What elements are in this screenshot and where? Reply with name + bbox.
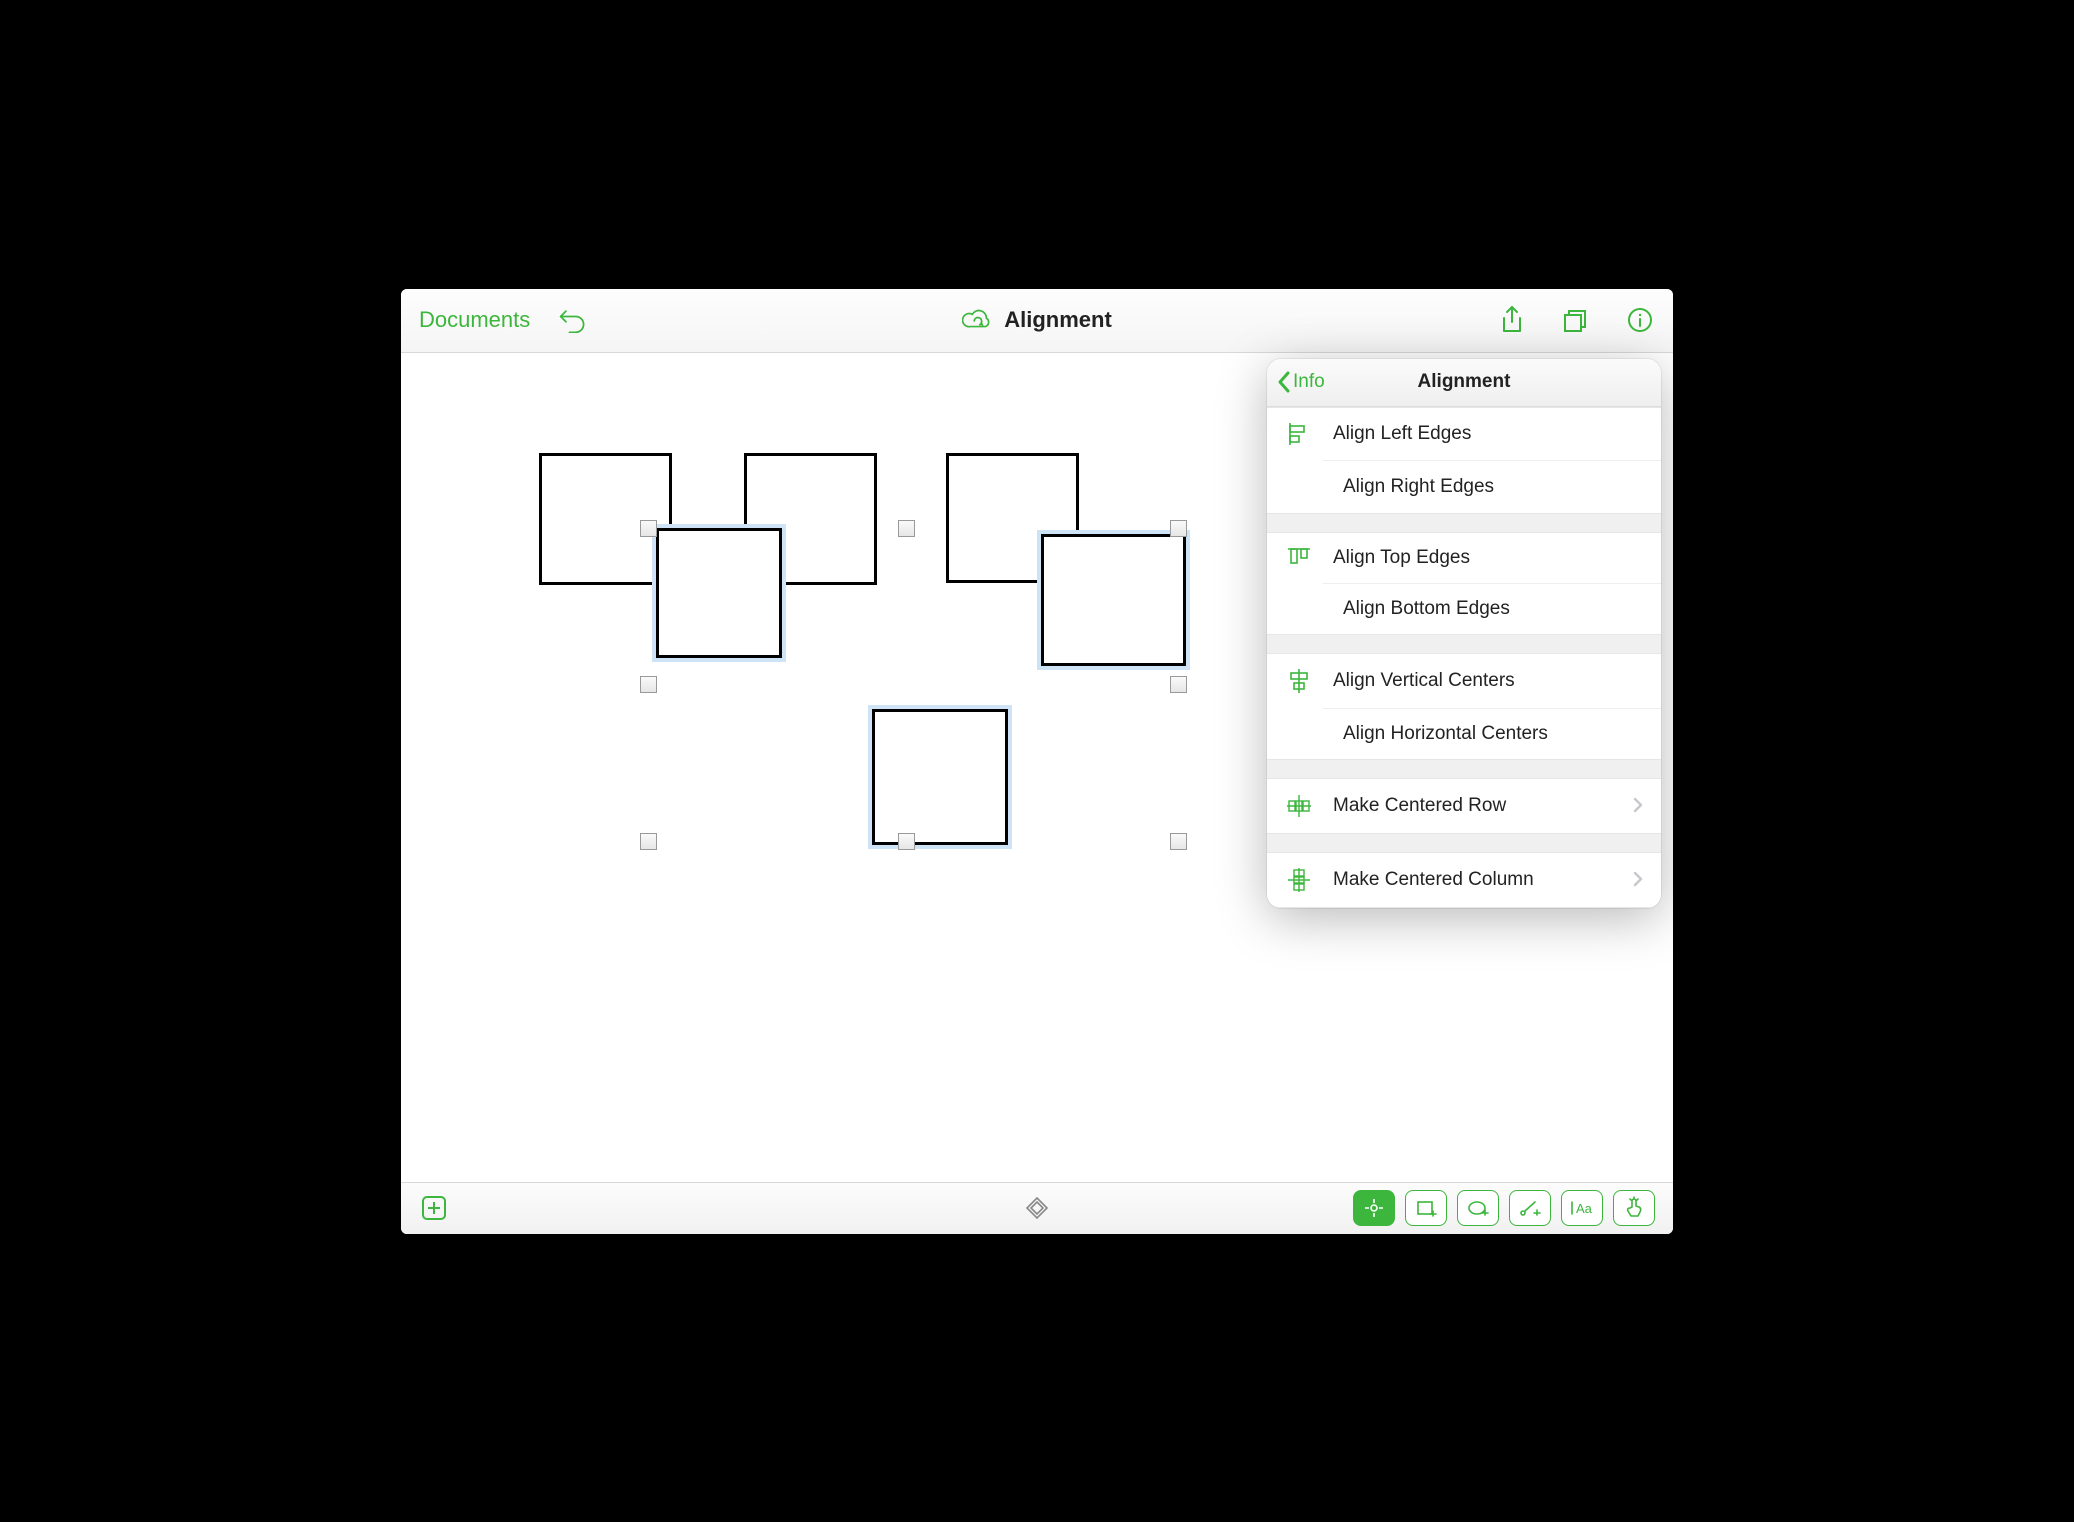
top-toolbar: Documents Alignment: [401, 289, 1673, 353]
inspector-popover: Info Alignment Align Left Edges Align Ri…: [1267, 359, 1661, 908]
row-label: Align Right Edges: [1343, 476, 1494, 498]
align-left-icon: [1285, 422, 1313, 446]
add-button[interactable]: [419, 1193, 449, 1223]
rectangle-shape[interactable]: [539, 453, 672, 585]
align-right-icon: [1267, 475, 1323, 499]
make-centered-column[interactable]: Make Centered Column: [1267, 853, 1661, 907]
popover-back-label: Info: [1293, 371, 1325, 393]
align-left-edges[interactable]: Align Left Edges: [1267, 408, 1661, 460]
document-title: Alignment: [1004, 307, 1112, 333]
chevron-right-icon: [1633, 793, 1643, 819]
centered-row-icon: [1285, 794, 1313, 818]
chevron-right-icon: [1633, 867, 1643, 893]
align-bottom-edges[interactable]: Align Bottom Edges: [1323, 583, 1661, 634]
align-top-icon: [1285, 547, 1313, 569]
align-bottom-icon: [1267, 598, 1323, 620]
popover-header: Info Alignment: [1267, 359, 1661, 407]
row-label: Align Horizontal Centers: [1343, 723, 1548, 745]
share-button[interactable]: [1497, 305, 1527, 335]
popover-title: Alignment: [1267, 371, 1661, 393]
info-button[interactable]: [1625, 305, 1655, 335]
line-tool[interactable]: [1509, 1190, 1551, 1226]
align-right-edges[interactable]: Align Right Edges: [1323, 460, 1661, 513]
row-label: Align Top Edges: [1333, 547, 1470, 569]
cloud-sync-icon[interactable]: [962, 305, 992, 335]
diamond-center-icon[interactable]: [1022, 1193, 1052, 1223]
popover-back-button[interactable]: Info: [1277, 371, 1325, 393]
selection-handle[interactable]: [1170, 676, 1187, 693]
selection-handle[interactable]: [640, 833, 657, 850]
row-label: Make Centered Row: [1333, 795, 1506, 817]
selection-handle[interactable]: [1170, 833, 1187, 850]
selection-handle[interactable]: [898, 520, 915, 537]
canvases-button[interactable]: [1561, 305, 1591, 335]
touch-tool[interactable]: [1613, 1190, 1655, 1226]
rectangle-shape[interactable]: [872, 709, 1008, 845]
rectangle-tool[interactable]: [1405, 1190, 1447, 1226]
centered-column-icon: [1285, 867, 1313, 893]
rectangle-shape[interactable]: [1041, 534, 1186, 666]
selection-tool[interactable]: [1353, 1190, 1395, 1226]
undo-button[interactable]: [558, 305, 588, 335]
selection-handle[interactable]: [640, 520, 657, 537]
align-hcenter-icon: [1267, 723, 1323, 745]
text-tool[interactable]: Aa: [1561, 1190, 1603, 1226]
row-label: Make Centered Column: [1333, 869, 1534, 891]
ellipse-tool[interactable]: [1457, 1190, 1499, 1226]
svg-text:Aa: Aa: [1576, 1201, 1593, 1216]
selection-handle[interactable]: [640, 676, 657, 693]
align-vertical-centers[interactable]: Align Vertical Centers: [1267, 654, 1661, 708]
selection-handle[interactable]: [1170, 520, 1187, 537]
bottom-toolbar: Aa: [401, 1182, 1673, 1234]
row-label: Align Left Edges: [1333, 423, 1471, 445]
documents-button[interactable]: Documents: [419, 307, 530, 333]
row-label: Align Vertical Centers: [1333, 670, 1515, 692]
selection-handle[interactable]: [898, 833, 915, 850]
rectangle-shape[interactable]: [656, 528, 782, 658]
align-top-edges[interactable]: Align Top Edges: [1267, 533, 1661, 583]
row-label: Align Bottom Edges: [1343, 598, 1510, 620]
align-vcenter-icon: [1285, 668, 1313, 694]
make-centered-row[interactable]: Make Centered Row: [1267, 779, 1661, 833]
align-horizontal-centers[interactable]: Align Horizontal Centers: [1323, 708, 1661, 759]
